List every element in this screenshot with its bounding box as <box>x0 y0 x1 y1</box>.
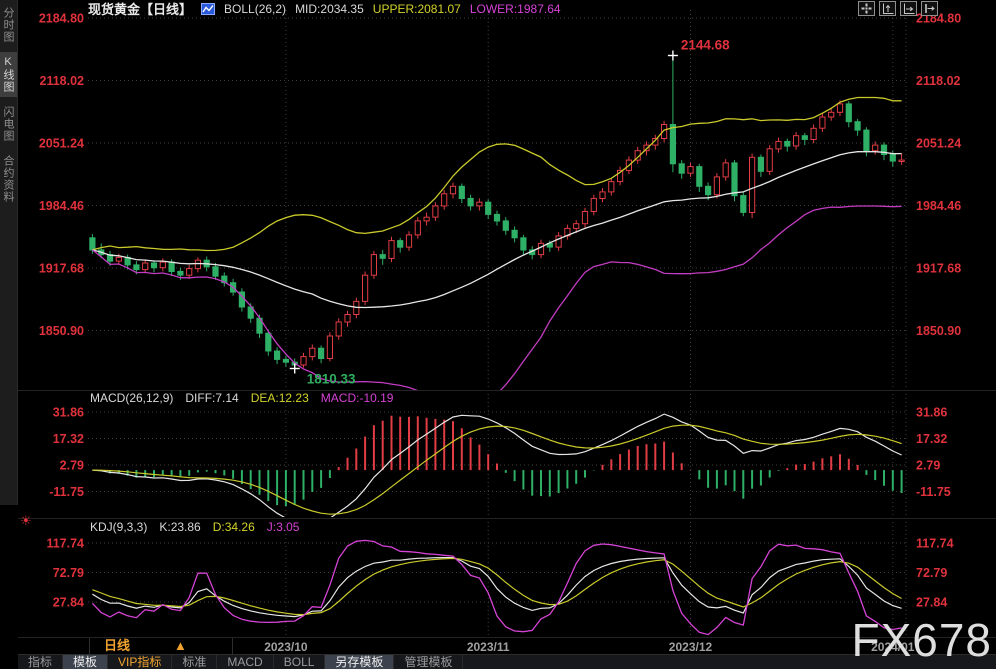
svg-text:17.32: 17.32 <box>53 432 84 446</box>
sidebar-item-kline-chart[interactable]: K线图 <box>0 52 17 97</box>
grid-layer <box>88 10 906 636</box>
svg-text:31.86: 31.86 <box>53 406 84 420</box>
zoom-axis-up-icon[interactable] <box>879 1 896 16</box>
macd-layer <box>92 414 901 523</box>
month-tick-labels: 2023/102023/112023/122024/01 <box>264 640 915 654</box>
indicator-sun-icon[interactable]: ☀ <box>20 513 32 529</box>
toolbar-button-standard[interactable]: 标准 <box>172 655 217 669</box>
svg-text:1917.68: 1917.68 <box>39 262 84 276</box>
boll-lower-readout: LOWER:1987.64 <box>470 2 561 16</box>
svg-text:117.74: 117.74 <box>46 537 84 551</box>
svg-text:2.79: 2.79 <box>916 459 940 473</box>
kdj-panel-header: KDJ(9,3,3) K:23.86 D:34.26 J:3.05 <box>90 520 299 534</box>
svg-text:72.79: 72.79 <box>916 566 947 580</box>
instrument-title: 现货黄金【日线】 <box>88 0 192 18</box>
chart-header: 现货黄金【日线】 BOLL(26,2) MID:2034.35 UPPER:20… <box>18 0 996 17</box>
macd-diff-readout: DIFF:7.14 <box>185 391 238 405</box>
timeframe-label: 日线 <box>104 639 130 653</box>
pan-right-icon[interactable] <box>921 1 938 16</box>
kdj-layer <box>92 540 901 634</box>
svg-text:-11.75: -11.75 <box>916 485 951 499</box>
svg-text:2144.68: 2144.68 <box>681 38 730 53</box>
svg-text:2051.24: 2051.24 <box>39 137 84 151</box>
toolbar-button-manage-templates[interactable]: 管理模板 <box>394 655 463 669</box>
chart-type-sidebar: 分时图 K线图 闪电图 合约资料 <box>0 0 18 505</box>
svg-text:2.79: 2.79 <box>60 459 84 473</box>
timeframe-selector[interactable]: 日线 ▲ <box>89 638 233 654</box>
chart-canvas[interactable]: 2184.802184.802118.022118.022051.242051.… <box>0 0 996 656</box>
panel-divider <box>18 518 996 519</box>
svg-text:2023/10: 2023/10 <box>264 640 308 654</box>
macd-params-label: MACD(26,12,9) <box>90 391 173 405</box>
svg-text:1917.68: 1917.68 <box>916 262 961 276</box>
svg-text:2023/11: 2023/11 <box>467 640 510 654</box>
kdj-params-label: KDJ(9,3,3) <box>90 520 147 534</box>
toolbar-button-boll[interactable]: BOLL <box>274 655 326 669</box>
toolbar-button-templates[interactable]: 模板 <box>63 655 108 669</box>
watermark: FX678 <box>851 617 992 663</box>
svg-text:117.74: 117.74 <box>916 537 954 551</box>
macd-dea-readout: DEA:12.23 <box>251 391 309 405</box>
sidebar-item-contract-info[interactable]: 合约资料 <box>0 151 17 207</box>
svg-text:27.84: 27.84 <box>53 596 84 610</box>
svg-text:72.79: 72.79 <box>53 566 84 580</box>
candles-layer <box>90 56 904 408</box>
svg-text:27.84: 27.84 <box>916 596 947 610</box>
chart-tool-buttons <box>858 1 938 16</box>
kdj-k-readout: K:23.86 <box>159 520 200 534</box>
svg-text:2023/12: 2023/12 <box>669 640 713 654</box>
sidebar-item-time-chart[interactable]: 分时图 <box>0 3 17 47</box>
boll-upper-readout: UPPER:2081.07 <box>373 2 461 16</box>
macd-panel-header: MACD(26,12,9) DIFF:7.14 DEA:12.23 MACD:-… <box>90 391 393 405</box>
toolbar-button-vip-indicators[interactable]: VIP指标 <box>108 655 172 669</box>
svg-text:1810.33: 1810.33 <box>307 372 356 387</box>
svg-text:2118.02: 2118.02 <box>916 74 961 88</box>
svg-text:17.32: 17.32 <box>916 432 947 446</box>
svg-text:1850.90: 1850.90 <box>39 324 84 338</box>
timeframe-arrow-icon: ▲ <box>174 639 187 653</box>
line-chart-icon <box>201 3 215 15</box>
toolbar-button-macd[interactable]: MACD <box>217 655 273 669</box>
toolbar-button-indicators[interactable]: 指标 <box>18 655 63 669</box>
svg-text:1850.90: 1850.90 <box>916 324 961 338</box>
kdj-j-readout: J:3.05 <box>267 520 300 534</box>
bottom-toolbar: 指标 模板 VIP指标 标准 MACD BOLL 另存模板 管理模板 <box>18 654 996 669</box>
svg-text:1984.46: 1984.46 <box>916 199 961 213</box>
kdj-d-readout: D:34.26 <box>213 520 255 534</box>
svg-text:2118.02: 2118.02 <box>40 74 85 88</box>
crosshair-icon[interactable] <box>858 1 875 16</box>
svg-text:-11.75: -11.75 <box>49 485 84 499</box>
boll-mid-readout: MID:2034.35 <box>295 2 364 16</box>
sidebar-item-flash-chart[interactable]: 闪电图 <box>0 102 17 146</box>
annotation-layer: 2144.68 1810.33 <box>290 38 730 387</box>
toolbar-button-save-template[interactable]: 另存模板 <box>325 655 394 669</box>
svg-text:1984.46: 1984.46 <box>39 199 84 213</box>
svg-text:2051.24: 2051.24 <box>916 137 961 151</box>
zoom-axis-right-icon[interactable] <box>900 1 917 16</box>
boll-indicator-label: BOLL(26,2) <box>224 2 286 16</box>
macd-value-readout: MACD:-10.19 <box>321 391 394 405</box>
trading-app-window: 分时图 K线图 闪电图 合约资料 2184.802184.802118.0221… <box>0 0 996 669</box>
svg-text:31.86: 31.86 <box>916 406 947 420</box>
